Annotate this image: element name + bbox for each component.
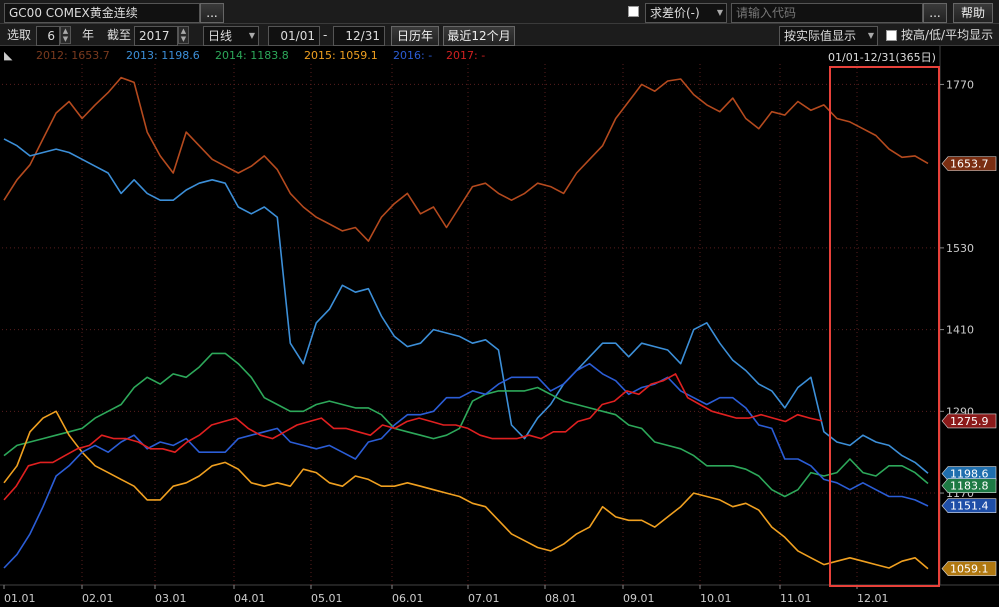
series-line-2017[interactable] — [3, 373, 823, 501]
price-chart[interactable]: 01.01 02.01 03.01 04.01 05.01 06.01 07.01 08.01… — [0, 46, 999, 607]
series-line-2016[interactable] — [3, 362, 929, 569]
x-tick-label: 06.01 — [392, 592, 424, 605]
series-line-2015[interactable] — [3, 410, 929, 570]
x-tick-label: 11.01 — [780, 592, 812, 605]
title-toolbar: GC00 COMEX黄金连续 ... 求差价(-) ▼ 请输入代码 ... 帮助 — [0, 0, 999, 24]
price-tag-label-2012: 1653.7 — [950, 158, 989, 171]
years-count-spinner[interactable]: ▲ ▼ — [60, 26, 71, 44]
price-tag-label-2015: 1059.1 — [950, 563, 989, 576]
calendar-year-button[interactable]: 日历年 — [391, 26, 439, 46]
price-tag-label-2016: 1151.4 — [950, 500, 989, 513]
y-tick-label: 1770 — [946, 78, 974, 91]
until-year-spinner[interactable]: ▲ ▼ — [178, 26, 189, 44]
diff-price-checkbox[interactable] — [628, 6, 639, 17]
chevron-down-icon: ▼ — [716, 8, 723, 17]
high-low-avg-label: 按高/低/平均显示 — [901, 28, 994, 42]
display-mode-label: 按实际值显示 — [784, 29, 857, 43]
symbol-more-button[interactable]: ... — [200, 3, 224, 23]
years-count-input[interactable]: 6 — [36, 26, 60, 46]
until-label: 截至 — [107, 28, 132, 42]
chevron-down-icon: ▼ — [248, 31, 255, 40]
x-tick-label: 10.01 — [700, 592, 732, 605]
date-separator: - — [323, 28, 328, 42]
display-mode-dropdown[interactable]: 按实际值显示 ▼ — [779, 26, 878, 46]
date-from-input[interactable]: 01/01 — [268, 26, 320, 46]
x-tick-label: 01.01 — [4, 592, 36, 605]
series-line-2012[interactable] — [3, 76, 929, 242]
price-tag-label-2014: 1183.8 — [950, 480, 989, 493]
year-unit-label: 年 — [82, 28, 95, 42]
x-tick-label: 03.01 — [155, 592, 187, 605]
y-tick-label: 1530 — [946, 242, 974, 255]
code-input[interactable]: 请输入代码 — [731, 3, 923, 23]
x-tick-label: 07.01 — [468, 592, 500, 605]
x-tick-label: 05.01 — [311, 592, 343, 605]
symbol-field[interactable]: GC00 COMEX黄金连续 — [4, 3, 200, 23]
recent-12-months-button[interactable]: 最近12个月 — [443, 26, 515, 46]
x-tick-label: 08.01 — [545, 592, 577, 605]
y-tick-label: 1410 — [946, 324, 974, 337]
x-tick-label: 09.01 — [623, 592, 655, 605]
series-line-2013[interactable] — [3, 138, 929, 474]
high-low-avg-checkbox[interactable] — [886, 30, 897, 41]
date-to-input[interactable]: 12/31 — [333, 26, 385, 46]
control-bar: 选取 6 ▲ ▼ 年 截至 2017 ▲ ▼ 日线 ▼ 01/01 - 12/31 … — [0, 24, 999, 46]
period-dropdown[interactable]: 日线 ▼ — [203, 26, 259, 46]
select-label: 选取 — [7, 28, 32, 42]
price-tag-label-2017: 1275.9 — [950, 415, 989, 428]
series-line-2014[interactable] — [3, 352, 929, 498]
x-tick-label: 04.01 — [234, 592, 266, 605]
x-tick-label: 12.01 — [857, 592, 889, 605]
until-year-input[interactable]: 2017 — [134, 26, 178, 46]
period-label: 日线 — [208, 29, 233, 43]
diff-price-dropdown[interactable]: 求差价(-) ▼ — [645, 3, 727, 23]
code-more-button[interactable]: ... — [923, 3, 947, 23]
help-button[interactable]: 帮助 — [953, 3, 993, 23]
chevron-down-icon: ▼ — [867, 31, 874, 40]
x-tick-label: 02.01 — [82, 592, 114, 605]
diff-price-label: 求差价(-) — [650, 6, 700, 20]
